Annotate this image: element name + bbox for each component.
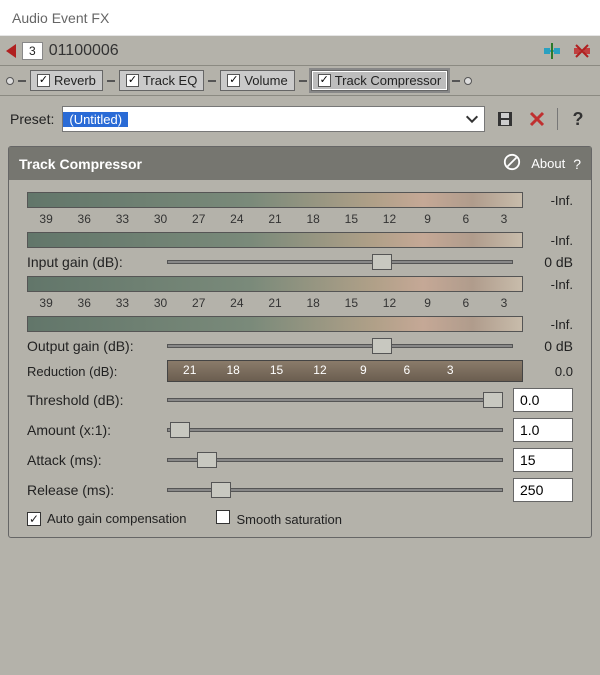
attack-label: Attack (ms): — [27, 452, 157, 468]
release-slider[interactable] — [167, 482, 503, 498]
chain-remove-icon[interactable] — [570, 39, 594, 63]
fx-tab-reverb[interactable]: Reverb — [30, 70, 103, 91]
titlebar: Audio Event FX — [0, 0, 600, 36]
auto-gain-checkbox[interactable]: Auto gain compensation — [27, 511, 186, 526]
output-gain-slider[interactable] — [167, 338, 513, 354]
input-meter-right — [27, 232, 523, 248]
panel-help-icon[interactable]: ? — [573, 156, 581, 172]
track-name: 01100006 — [49, 42, 119, 60]
chevron-down-icon[interactable] — [464, 111, 480, 127]
panel-title: Track Compressor — [19, 156, 142, 172]
threshold-slider[interactable] — [167, 392, 503, 408]
fx-tab-track-compressor[interactable]: Track Compressor — [311, 70, 448, 91]
input-meter-left — [27, 192, 523, 208]
amount-slider[interactable] — [167, 422, 503, 438]
preset-dropdown[interactable]: (Untitled) — [62, 106, 485, 132]
fx-chain: Reverb Track EQ Volume Track Compressor — [0, 66, 600, 96]
compressor-panel: Track Compressor About ? -Inf. 393633302… — [8, 146, 592, 538]
reduction-meter: 21181512963 — [167, 360, 523, 382]
track-eq-enabled-checkbox[interactable] — [126, 74, 139, 87]
track-compressor-enabled-checkbox[interactable] — [318, 74, 331, 87]
threshold-input[interactable] — [513, 388, 573, 412]
input-meter-right-value: -Inf. — [533, 233, 573, 248]
preset-label: Preset: — [10, 111, 54, 127]
output-gain-value: 0 dB — [523, 338, 573, 354]
track-number: 3 — [22, 42, 43, 60]
release-input[interactable] — [513, 478, 573, 502]
output-meter-left — [27, 276, 523, 292]
chain-end-node[interactable] — [464, 77, 472, 85]
reduction-label: Reduction (dB): — [27, 364, 157, 379]
window-title: Audio Event FX — [12, 10, 588, 26]
track-bar: 3 01100006 — [0, 36, 600, 66]
attack-slider[interactable] — [167, 452, 503, 468]
input-meter-left-value: -Inf. — [533, 193, 573, 208]
amount-input[interactable] — [513, 418, 573, 442]
bypass-icon[interactable] — [503, 153, 521, 174]
input-gain-value: 0 dB — [523, 254, 573, 270]
smooth-saturation-checkbox[interactable]: Smooth saturation — [216, 510, 342, 527]
chain-start-node[interactable] — [6, 77, 14, 85]
output-meter-left-value: -Inf. — [533, 277, 573, 292]
chain-insert-icon[interactable] — [540, 39, 564, 63]
threshold-label: Threshold (dB): — [27, 392, 157, 408]
amount-label: Amount (x:1): — [27, 422, 157, 438]
input-meter-ruler: 39363330272421181512963 — [27, 212, 523, 228]
about-link[interactable]: About — [531, 156, 565, 171]
input-gain-slider[interactable] — [167, 254, 513, 270]
output-meter-ruler: 39363330272421181512963 — [27, 296, 523, 312]
panel-header: Track Compressor About ? — [9, 147, 591, 180]
reverb-enabled-checkbox[interactable] — [37, 74, 50, 87]
preset-row: Preset: (Untitled) ? — [0, 96, 600, 142]
volume-enabled-checkbox[interactable] — [227, 74, 240, 87]
input-gain-label: Input gain (dB): — [27, 254, 157, 270]
reduction-value: 0.0 — [533, 364, 573, 379]
attack-input[interactable] — [513, 448, 573, 472]
output-meter-right-value: -Inf. — [533, 317, 573, 332]
output-gain-label: Output gain (dB): — [27, 338, 157, 354]
fx-tab-track-eq[interactable]: Track EQ — [119, 70, 204, 91]
save-preset-icon[interactable] — [493, 107, 517, 131]
release-label: Release (ms): — [27, 482, 157, 498]
play-triangle-icon — [6, 44, 16, 58]
svg-text:?: ? — [573, 109, 584, 129]
fx-tab-volume[interactable]: Volume — [220, 70, 294, 91]
preset-value: (Untitled) — [63, 112, 128, 127]
delete-preset-icon[interactable] — [525, 107, 549, 131]
window: Audio Event FX 3 01100006 Reverb Track E… — [0, 0, 600, 675]
help-icon[interactable]: ? — [566, 107, 590, 131]
output-meter-right — [27, 316, 523, 332]
